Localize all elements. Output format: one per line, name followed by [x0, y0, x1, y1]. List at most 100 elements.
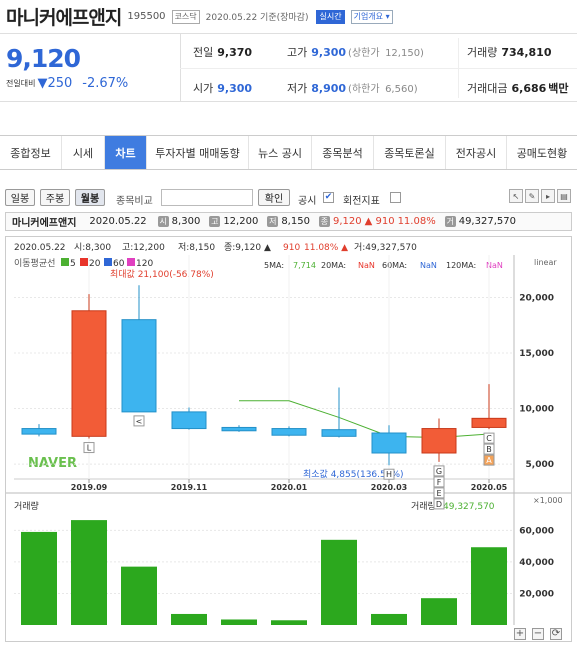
ma20-value-label: 20MA: — [321, 261, 346, 270]
tab-short-selling[interactable]: 공매도현황 — [507, 136, 577, 169]
period-weekly-button[interactable]: 주봉 — [40, 189, 70, 206]
tab-quotes[interactable]: 시세 — [62, 136, 105, 169]
ma5-value: 7,714 — [293, 261, 316, 270]
price-tick-label: 15,000 — [519, 349, 554, 359]
turnover-checkbox[interactable] — [390, 192, 401, 203]
volume-tick-label: 60,000 — [519, 526, 554, 536]
timestamp: 2020.05.22 기준(장마감) — [205, 13, 309, 23]
volume-badge: 거 — [444, 216, 456, 227]
compare-input[interactable] — [161, 189, 253, 206]
ma-legend-label: 이동평균선 — [14, 258, 55, 269]
tab-discussion[interactable]: 종목토론실 — [374, 136, 446, 169]
pointer-tool-icon[interactable]: ▸ — [541, 189, 555, 203]
volume-current-value: 49,327,570 — [443, 502, 495, 512]
stat-value: 6,686 — [511, 82, 547, 95]
chart-title-open: 시:8,300 — [74, 242, 111, 253]
ma20-value: NaN — [358, 261, 375, 270]
stat-label: 저가 — [287, 82, 308, 95]
print-icon[interactable]: ▤ — [557, 189, 571, 203]
candle-body — [121, 319, 157, 413]
period-monthly-button[interactable]: 월봉 — [75, 189, 105, 206]
ma5-legend: 5 — [70, 259, 76, 269]
zoom-in-icon[interactable]: + — [514, 628, 526, 640]
info-low: 8,150 — [281, 216, 310, 227]
event-marker-label: F — [437, 478, 442, 487]
notice-checkbox[interactable]: ✔ — [323, 192, 334, 203]
tab-news[interactable]: 뉴스 공시 — [249, 136, 312, 169]
x-tick-label: 2020.05 — [471, 483, 508, 492]
low-badge: 저 — [267, 216, 279, 227]
stat-label: 전일 — [193, 46, 214, 59]
candle-body — [471, 417, 507, 428]
ma60-value: NaN — [420, 261, 437, 270]
notice-label: 공시 — [298, 196, 317, 207]
pencil-tool-icon[interactable]: ✎ — [525, 189, 539, 203]
chart-toolbar: 일봉 주봉 월봉 종목비교 확인 공시 ✔ 회전지표 ↖ ✎ ▸ ▤ — [0, 188, 577, 208]
company-info-button[interactable]: 기업개요 ▾ — [350, 9, 393, 24]
stat-prev-close: 전일 9,370 — [193, 44, 252, 60]
stat-value: 9,370 — [217, 46, 253, 59]
close-badge: 종 — [318, 216, 330, 227]
event-marker-label: L — [87, 444, 92, 453]
stat-value: 734,810 — [501, 46, 552, 59]
ma20-legend: 20 — [89, 259, 101, 269]
divider — [458, 38, 459, 98]
market-badge: 코스닥 — [171, 9, 200, 24]
tab-overview[interactable]: 종합정보 — [0, 136, 62, 169]
info-close: 9,120 — [332, 216, 362, 227]
volume-tick-label: 40,000 — [519, 558, 554, 568]
price-tick-label: 20,000 — [519, 293, 554, 303]
tab-bar: 종합정보 시세 차트 투자자별 매매동향 뉴스 공시 종목분석 종목토론실 전자… — [0, 135, 577, 170]
zoom-out-icon[interactable]: − — [532, 628, 544, 640]
ma120-value-label: 120MA: — [446, 261, 476, 270]
stat-value: 9,300 — [311, 46, 347, 59]
stock-chart[interactable]: 2020.05.22 시:8,300 고:12,200 저:8,150 종:9,… — [5, 236, 572, 642]
reset-zoom-icon[interactable]: ⟳ — [550, 628, 562, 640]
volume-bar — [171, 613, 207, 625]
x-tick-label: 2019.09 — [71, 483, 108, 492]
candle-body — [21, 428, 57, 435]
compare-label: 종목비교 — [116, 196, 153, 207]
max-value-label: 최대값 21,100(-56.78%) — [110, 268, 214, 280]
event-marker-label: E — [436, 489, 441, 498]
stat-volume: 거래량 734,810 — [467, 44, 551, 60]
info-high: 12,200 — [223, 216, 259, 227]
stock-name: 마니커에프앤지 — [6, 7, 122, 29]
realtime-button[interactable]: 실시간 — [316, 9, 345, 24]
x-tick-label: 2020.03 — [371, 483, 407, 492]
volume-bar — [221, 619, 257, 625]
volume-bar — [471, 547, 507, 625]
price-tick-label: 5,000 — [526, 460, 554, 470]
price-tick-label: 10,000 — [519, 405, 554, 415]
tab-disclosure[interactable]: 전자공시 — [446, 136, 507, 169]
tab-analysis[interactable]: 종목분석 — [312, 136, 374, 169]
period-daily-button[interactable]: 일봉 — [5, 189, 35, 206]
stat-value: 8,900 — [311, 82, 347, 95]
volume-bar — [21, 531, 57, 625]
volume-bar — [71, 520, 107, 625]
high-badge: 고 — [209, 216, 221, 227]
info-open: 8,300 — [171, 216, 201, 227]
turnover-label: 회전지표 — [343, 196, 380, 207]
x-tick-label: 2019.11 — [171, 483, 208, 492]
tab-chart[interactable]: 차트 — [105, 136, 147, 169]
chart-title-low: 저:8,150 — [178, 242, 215, 253]
ma60-value-label: 60MA: — [382, 261, 407, 270]
down-triangle-icon: ▼ — [37, 76, 48, 91]
chart-title-high: 고:12,200 — [122, 243, 165, 253]
change-label: 전일대비 — [6, 79, 36, 88]
change-percent: -2.67% — [82, 76, 129, 91]
stat-sub-label: (하한가 — [348, 84, 380, 95]
stock-header: 마니커에프앤지 195500 코스닥 2020.05.22 기준(장마감) 실시… — [0, 0, 577, 34]
confirm-button[interactable]: 확인 — [258, 189, 290, 206]
info-change: ▲ 910 — [364, 216, 395, 227]
stat-label: 고가 — [287, 46, 308, 59]
chart-title-volume: 거:49,327,570 — [354, 242, 417, 253]
chart-title-date: 2020.05.22 — [14, 243, 66, 253]
price-change: 전일대비 ▼ 250 -2.67% — [6, 76, 128, 91]
volume-bar — [371, 613, 407, 625]
candle-body — [221, 426, 257, 432]
stat-high: 고가 9,300 (상한가 12,150) — [287, 44, 424, 60]
cursor-tool-icon[interactable]: ↖ — [509, 189, 523, 203]
tab-investor-trend[interactable]: 투자자별 매매동향 — [147, 136, 249, 169]
